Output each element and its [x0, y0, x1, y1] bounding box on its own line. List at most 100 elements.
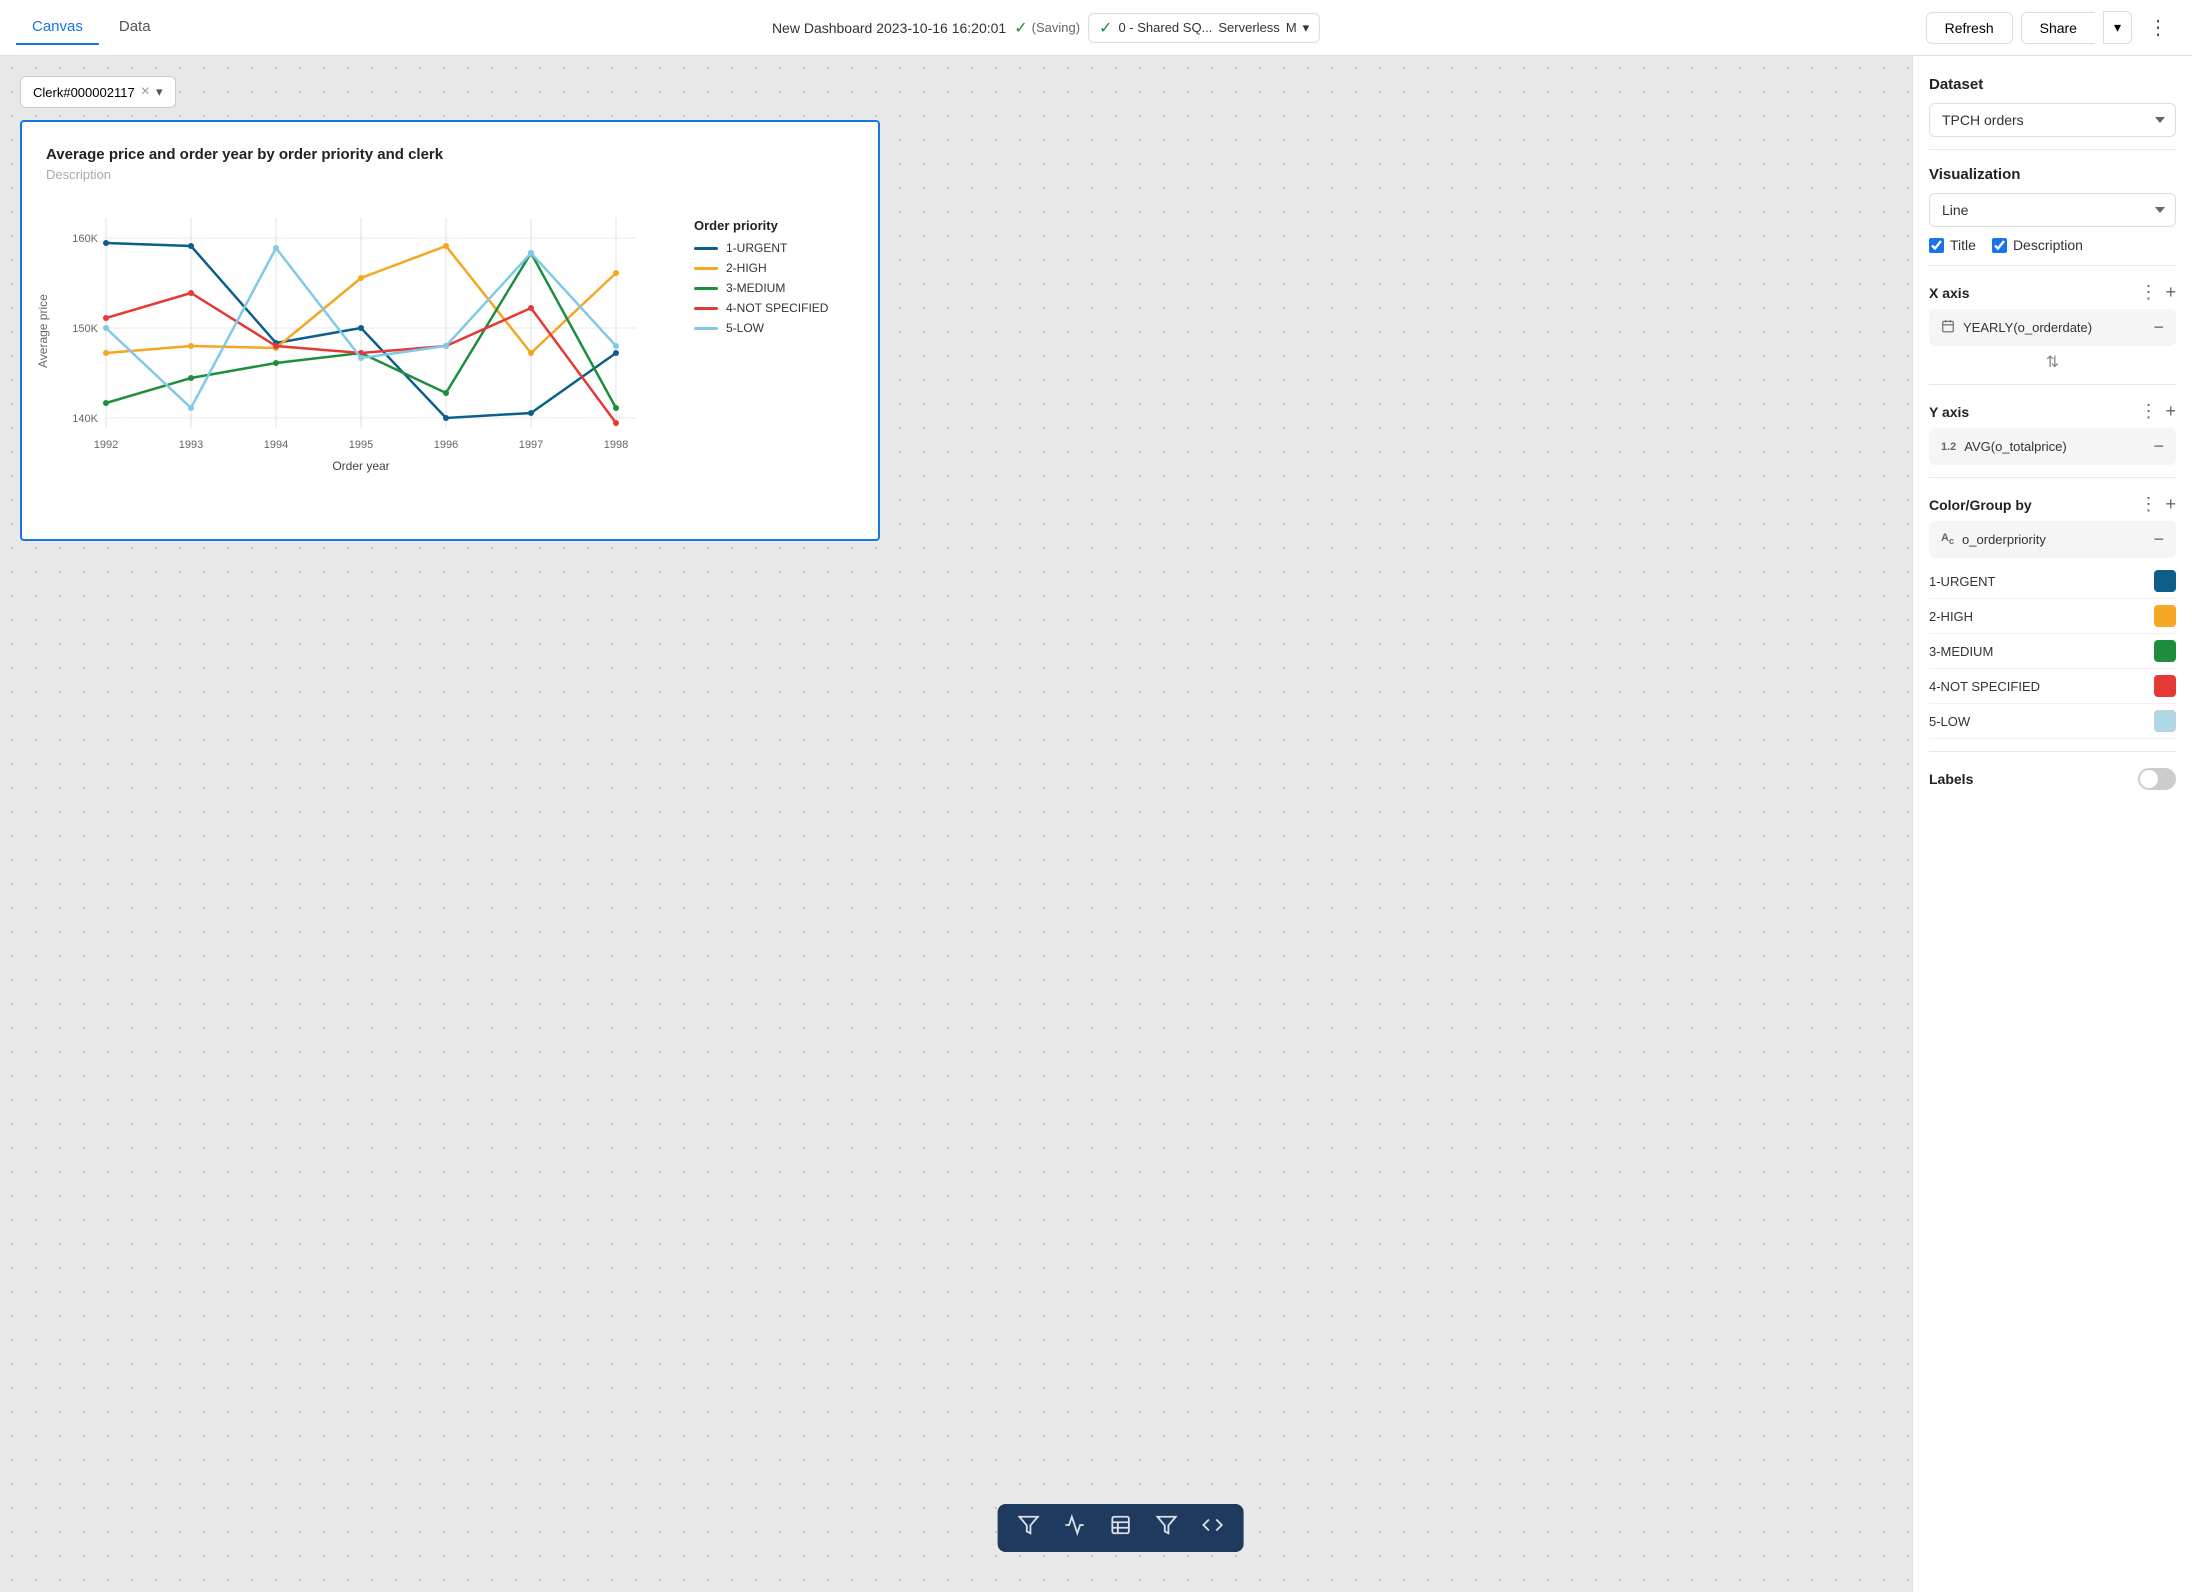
color-group-remove-icon[interactable]: −: [2153, 529, 2164, 550]
legend-item-low: 5-LOW: [694, 321, 854, 335]
color-swatch-urgent[interactable]: [2154, 570, 2176, 592]
color-item-urgent-label: 1-URGENT: [1929, 574, 1995, 589]
legend-label-high: 2-HIGH: [726, 261, 767, 275]
description-checkbox[interactable]: [1992, 238, 2007, 253]
legend-item-high: 2-HIGH: [694, 261, 854, 275]
labels-label: Labels: [1929, 771, 1973, 787]
color-item-medium: 3-MEDIUM: [1929, 634, 2176, 669]
toolbar-filter-icon[interactable]: [1018, 1514, 1040, 1542]
title-label: Title: [1950, 237, 1976, 253]
share-caret-button[interactable]: ▾: [2103, 11, 2132, 44]
header-tabs: Canvas Data: [16, 10, 167, 45]
filter-value: Clerk#000002117: [33, 85, 135, 100]
filter-caret-icon[interactable]: ▾: [156, 84, 163, 100]
chart-body: Average price: [46, 198, 854, 523]
color-swatch-high[interactable]: [2154, 605, 2176, 627]
more-options-button[interactable]: ⋮: [2140, 11, 2176, 44]
description-checkbox-label[interactable]: Description: [1992, 237, 2083, 253]
color-swatch-low[interactable]: [2154, 710, 2176, 732]
filter-chip[interactable]: Clerk#000002117 × ▾: [20, 76, 176, 108]
chart-title: Average price and order year by order pr…: [46, 146, 854, 163]
divider-4: [1929, 477, 2176, 478]
refresh-button[interactable]: Refresh: [1926, 12, 2013, 44]
labels-toggle[interactable]: [2138, 768, 2176, 790]
y-axis-section-title: Y axis: [1929, 404, 1969, 420]
share-button[interactable]: Share: [2021, 12, 2095, 44]
toolbar-table-icon[interactable]: [1110, 1514, 1132, 1542]
color-item-high-label: 2-HIGH: [1929, 609, 1973, 624]
toolbar-code-icon[interactable]: [1202, 1514, 1224, 1542]
divider-1: [1929, 149, 2176, 150]
divider-5: [1929, 751, 2176, 752]
legend-label-urgent: 1-URGENT: [726, 241, 787, 255]
color-group-section: Color/Group by ⋮ + Ac o_orderpriority − …: [1929, 494, 2176, 739]
x-axis-actions: ⋮ +: [2139, 282, 2176, 303]
swap-axes-icon[interactable]: ⇅: [1929, 352, 2176, 372]
title-checkbox-label[interactable]: Title: [1929, 237, 1976, 253]
color-group-section-title: Color/Group by: [1929, 497, 2032, 513]
dataset-select[interactable]: TPCH orders: [1929, 103, 2176, 137]
color-group-more-icon[interactable]: ⋮: [2139, 494, 2157, 515]
y-axis-actions: ⋮ +: [2139, 401, 2176, 422]
legend-color-not-specified: [694, 307, 718, 310]
connection-status-icon: ✓: [1099, 18, 1112, 38]
abc-icon: Ac: [1941, 532, 1954, 546]
tab-canvas[interactable]: Canvas: [16, 10, 99, 45]
color-group-add-icon[interactable]: +: [2165, 494, 2176, 515]
y-axis-more-icon[interactable]: ⋮: [2139, 401, 2157, 422]
connection-name: 0 - Shared SQ...: [1118, 20, 1212, 35]
color-item-urgent: 1-URGENT: [1929, 564, 2176, 599]
y-axis-section: Y axis ⋮ + 1.2 AVG(o_totalprice) −: [1929, 401, 2176, 465]
visualization-select[interactable]: Line: [1929, 193, 2176, 227]
legend-item-urgent: 1-URGENT: [694, 241, 854, 255]
svg-text:Order year: Order year: [332, 459, 389, 473]
check-icon: ✓: [1014, 18, 1027, 38]
svg-text:1995: 1995: [349, 439, 373, 451]
legend-label-not-specified: 4-NOT SPECIFIED: [726, 301, 828, 315]
legend-item-not-specified: 4-NOT SPECIFIED: [694, 301, 854, 315]
title-checkbox[interactable]: [1929, 238, 1944, 253]
x-axis-remove-icon[interactable]: −: [2153, 317, 2164, 338]
color-group-actions: ⋮ +: [2139, 494, 2176, 515]
calendar-icon: [1941, 319, 1955, 336]
header-center: New Dashboard 2023-10-16 16:20:01 ✓ (Sav…: [191, 13, 1902, 43]
x-axis-field-pill: YEARLY(o_orderdate) −: [1929, 309, 2176, 346]
color-swatch-medium[interactable]: [2154, 640, 2176, 662]
divider-3: [1929, 384, 2176, 385]
chevron-down-icon: ▾: [1303, 20, 1310, 36]
filter-bar: Clerk#000002117 × ▾: [20, 76, 1892, 108]
checkbox-row: Title Description: [1929, 237, 2176, 253]
visualization-section-title: Visualization: [1929, 166, 2176, 183]
chart-container: Average price and order year by order pr…: [20, 120, 880, 541]
x-axis-more-icon[interactable]: ⋮: [2139, 282, 2157, 303]
bottom-toolbar: [998, 1504, 1244, 1552]
toolbar-funnel-icon[interactable]: [1156, 1514, 1178, 1542]
connection-selector[interactable]: ✓ 0 - Shared SQ... Serverless M ▾: [1088, 13, 1320, 43]
svg-text:1997: 1997: [519, 439, 543, 451]
dashboard-title: New Dashboard 2023-10-16 16:20:01: [772, 20, 1006, 36]
legend-label-low: 5-LOW: [726, 321, 764, 335]
color-swatch-not-specified[interactable]: [2154, 675, 2176, 697]
x-axis-add-icon[interactable]: +: [2165, 282, 2176, 303]
chart-legend: Order priority 1-URGENT 2-HIGH 3-MEDIUM: [694, 198, 854, 523]
color-group-field-pill: Ac o_orderpriority −: [1929, 521, 2176, 558]
saving-badge: ✓ (Saving): [1014, 18, 1080, 38]
x-axis-field-label: YEARLY(o_orderdate): [1963, 320, 2145, 335]
tab-data[interactable]: Data: [103, 10, 167, 45]
svg-text:1996: 1996: [434, 439, 458, 451]
y-axis-add-icon[interactable]: +: [2165, 401, 2176, 422]
dataset-section-title: Dataset: [1929, 76, 2176, 93]
filter-clear-icon[interactable]: ×: [141, 83, 150, 101]
legend-label-medium: 3-MEDIUM: [726, 281, 785, 295]
chart-svg-wrap: Average price: [46, 198, 678, 523]
toolbar-chart-icon[interactable]: [1064, 1514, 1086, 1542]
y-axis-remove-icon[interactable]: −: [2153, 436, 2164, 457]
legend-title: Order priority: [694, 218, 854, 233]
color-item-medium-label: 3-MEDIUM: [1929, 644, 1993, 659]
color-group-field-label: o_orderpriority: [1962, 532, 2145, 547]
divider-2: [1929, 265, 2176, 266]
right-panel: Dataset TPCH orders Visualization Line T…: [1912, 56, 2192, 1592]
svg-text:1992: 1992: [94, 439, 118, 451]
svg-text:140K: 140K: [72, 413, 98, 425]
legend-color-medium: [694, 287, 718, 290]
